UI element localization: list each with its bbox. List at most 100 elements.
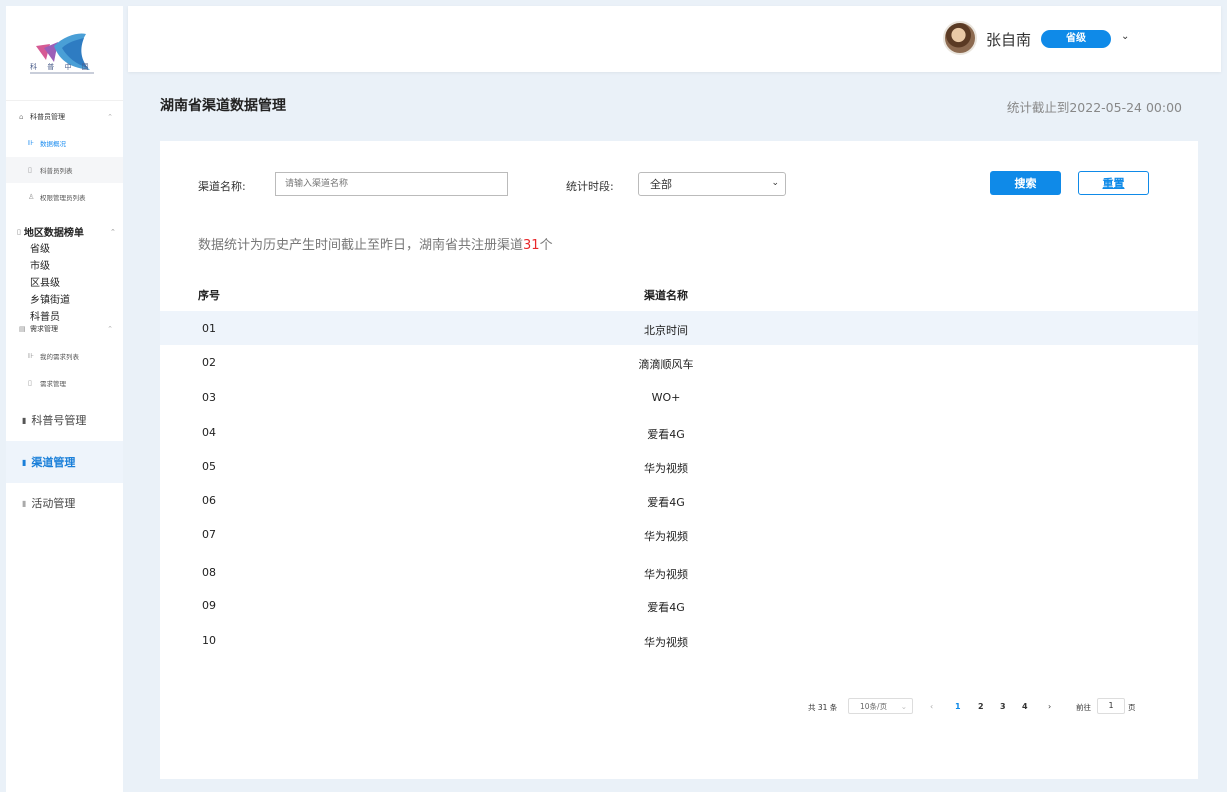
nav-group-label: 需求管理	[30, 325, 58, 333]
summary-prefix: 数据统计为历史产生时间截止至昨日，湖南省共注册渠道	[198, 238, 524, 253]
table-row[interactable]: 07 华为视频	[160, 517, 1198, 551]
nav-group-label: 地区数据榜单	[23, 228, 84, 239]
table-row[interactable]: 04 爱看4G	[160, 415, 1198, 449]
summary-suffix: 个	[539, 238, 553, 253]
summary-count: 31	[523, 238, 540, 253]
cell-channel-name: WO+	[651, 391, 681, 404]
sidebar-item-label: 需求管理	[40, 380, 66, 388]
document-icon: ▯	[17, 227, 21, 236]
table-row[interactable]: 03 WO+	[160, 380, 1198, 414]
region-item-town[interactable]: 乡镇街道	[30, 292, 70, 309]
top-header: 张自南 省级 ⌄	[128, 6, 1221, 72]
main-panel: 渠道名称: 统计时段: 全部 ⌄ 搜索 重置 数据统计为历史产生时间截止至昨日，…	[160, 141, 1198, 779]
cell-channel-name: 爱看4G	[647, 601, 685, 614]
cell-channel-name: 华为视频	[644, 568, 688, 581]
chevron-up-icon: ⌃	[110, 227, 116, 236]
cell-index: 07	[202, 528, 216, 541]
file-icon: ▮	[22, 498, 27, 508]
sidebar-item-kepuyuan-list[interactable]: ▯ 科普员列表	[6, 157, 123, 183]
cell-index: 02	[202, 356, 216, 369]
user-icon: ♙	[28, 193, 35, 201]
pagination-total: 共 31 条	[808, 703, 838, 712]
next-page-button[interactable]: ›	[1048, 702, 1051, 711]
channel-name-label: 渠道名称:	[198, 180, 246, 193]
chart-icon: ⊪	[28, 352, 35, 360]
table-row[interactable]: 01 北京时间	[160, 311, 1198, 345]
chevron-down-icon: ⌄	[771, 178, 779, 188]
list-icon: ▤	[19, 325, 26, 333]
cell-channel-name: 爱看4G	[647, 428, 685, 441]
region-list: 省级 市级 区县级 乡镇街道 科普员	[30, 241, 70, 326]
table-row[interactable]: 08 华为视频	[160, 555, 1198, 589]
cell-index: 10	[202, 634, 216, 647]
table-row[interactable]: 09 爱看4G	[160, 588, 1198, 622]
region-item-county[interactable]: 区县级	[30, 275, 70, 292]
nav-group-kepuyuan[interactable]: ⌂ 科普员管理 ⌃	[6, 110, 123, 124]
sidebar-item-activity[interactable]: ▮ 活动管理	[6, 482, 123, 524]
search-button[interactable]: 搜索	[990, 171, 1061, 195]
reset-button[interactable]: 重置	[1078, 171, 1149, 195]
prev-page-button[interactable]: ‹	[930, 702, 933, 711]
page-button-1[interactable]: 1	[955, 702, 961, 711]
sidebar-item-kepuhao[interactable]: ▮ 科普号管理	[6, 399, 123, 441]
file-icon: ▮	[22, 415, 27, 425]
nav-group-region-ranking[interactable]: ▯ 地区数据榜单 ⌃	[17, 224, 116, 240]
username: 张自南	[986, 31, 1032, 49]
cell-channel-name: 华为视频	[644, 636, 688, 649]
logo-text: 科 普 中 国	[30, 63, 93, 71]
file-icon: ▮	[22, 457, 27, 467]
page-button-2[interactable]: 2	[978, 702, 984, 711]
cell-index: 09	[202, 599, 216, 612]
home-icon: ⌂	[19, 113, 24, 121]
sidebar-item-label: 科普员列表	[40, 167, 73, 175]
sidebar-item-channel[interactable]: ▮ 渠道管理	[6, 441, 123, 483]
cell-channel-name: 华为视频	[644, 530, 688, 543]
cell-channel-name: 华为视频	[644, 462, 688, 475]
sidebar-item-label: 渠道管理	[31, 456, 76, 469]
chevron-down-icon: ⌄	[900, 701, 907, 711]
nav-group-demand[interactable]: ▤ 需求管理 ⌃	[6, 322, 123, 336]
page-button-4[interactable]: 4	[1022, 702, 1028, 711]
cell-index: 05	[202, 460, 216, 473]
chevron-up-icon: ⌃	[107, 113, 113, 121]
sidebar-item-data-overview[interactable]: ⊪ 数据概况	[6, 130, 123, 156]
goto-suffix: 页	[1128, 703, 1136, 712]
channel-name-input[interactable]	[275, 172, 508, 196]
chart-icon: ⊪	[28, 139, 35, 147]
sidebar-item-demand-manage[interactable]: ▯ 需求管理	[6, 370, 123, 396]
avatar[interactable]	[943, 21, 977, 55]
logo-subline	[30, 72, 94, 74]
page-size-select[interactable]: 10条/页 ⌄	[848, 698, 913, 714]
chevron-up-icon: ⌃	[107, 325, 113, 333]
page-size-value: 10条/页	[860, 701, 888, 711]
sidebar: 科 普 中 国 ⌂ 科普员管理 ⌃ ⊪ 数据概况 ▯ 科普员列表 ♙ 权限管理员…	[6, 6, 123, 792]
table-header-index: 序号	[198, 289, 220, 302]
goto-label: 前往	[1076, 703, 1091, 712]
nav-group-label: 科普员管理	[30, 113, 65, 121]
divider	[6, 100, 123, 101]
table-row[interactable]: 05 华为视频	[160, 449, 1198, 483]
sidebar-item-my-demands[interactable]: ⊪ 我的需求列表	[6, 343, 123, 369]
sidebar-item-label: 科普号管理	[31, 414, 87, 427]
region-item-city[interactable]: 市级	[30, 258, 70, 275]
chevron-down-icon[interactable]: ⌄	[1121, 31, 1129, 42]
summary-text: 数据统计为历史产生时间截止至昨日，湖南省共注册渠道31个	[198, 234, 553, 253]
document-icon: ▯	[28, 166, 32, 174]
table-row[interactable]: 06 爱看4G	[160, 483, 1198, 517]
table-row[interactable]: 02 滴滴顺风车	[160, 345, 1198, 379]
period-select[interactable]: 全部 ⌄	[638, 172, 786, 196]
cell-index: 01	[202, 322, 216, 335]
cell-index: 06	[202, 494, 216, 507]
sidebar-item-label: 数据概况	[40, 140, 66, 148]
level-badge: 省级	[1041, 30, 1111, 48]
table-row[interactable]: 10 华为视频	[160, 623, 1198, 657]
cell-index: 08	[202, 566, 216, 579]
goto-page-input[interactable]: 1	[1097, 698, 1125, 714]
sidebar-item-label: 权限管理员列表	[40, 194, 86, 202]
period-select-value: 全部	[650, 178, 672, 191]
page-button-3[interactable]: 3	[1000, 702, 1006, 711]
sidebar-item-admin-list[interactable]: ♙ 权限管理员列表	[6, 184, 123, 210]
region-item-province[interactable]: 省级	[30, 241, 70, 258]
cell-channel-name: 滴滴顺风车	[638, 358, 694, 371]
sidebar-item-label: 我的需求列表	[40, 353, 79, 361]
